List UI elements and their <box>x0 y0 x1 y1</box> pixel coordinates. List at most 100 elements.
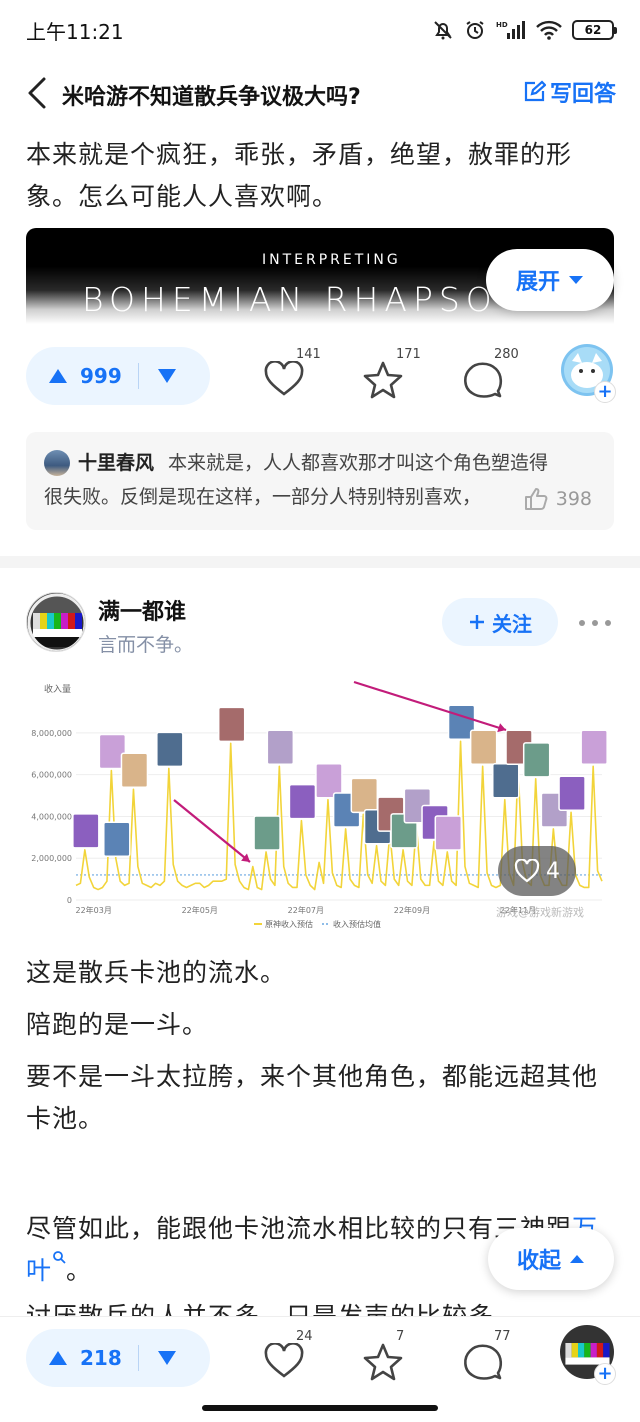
caret-down-icon <box>569 276 583 284</box>
plus-icon: + <box>594 381 616 403</box>
expand-button[interactable]: 展开 <box>486 249 614 311</box>
revenue-chart-image[interactable]: 收入量 8,000,000 6,000,000 4,000,000 2,000,000 0… <box>26 676 614 936</box>
star-icon <box>363 361 403 399</box>
downvote-button[interactable] <box>139 347 195 405</box>
collapse-button[interactable]: 收起 <box>488 1228 614 1290</box>
write-answer-button[interactable]: 写回答 <box>522 76 616 108</box>
character-card-thumbnail <box>120 752 149 789</box>
character-card-thumbnail <box>492 762 520 799</box>
character-card-thumbnail <box>103 821 131 857</box>
downvote-button[interactable] <box>139 1329 195 1387</box>
character-card-thumbnail <box>580 729 608 766</box>
paragraph-4-text: 尽管如此，能跟他卡池流水相比较的只有三神跟 <box>26 1214 573 1243</box>
author-avatar-follow[interactable]: + <box>560 343 616 403</box>
answer-1-text: 本来就是个疯狂，乖张，矛盾，绝望，赦罪的形象。怎么可能人人喜欢啊。 <box>26 140 573 211</box>
comment-bubble-icon <box>464 362 503 398</box>
chart-xtick-label: 22年09月 <box>394 905 430 915</box>
question-header: 米哈游不知道散兵争议极大吗? 写回答 <box>0 62 640 124</box>
vote-pill: 218 <box>26 1329 210 1387</box>
like-count: 141 <box>296 347 321 362</box>
favorite-button[interactable]: 7 <box>362 1329 422 1385</box>
character-card-thumbnail <box>350 777 379 814</box>
chart-xtick-label: 22年03月 <box>76 905 112 915</box>
image-like-button[interactable]: 4 <box>498 846 576 896</box>
paragraph-4-end: 。 <box>66 1256 93 1285</box>
chart-xtick-label: 22年07月 <box>288 905 324 915</box>
favorite-button[interactable]: 171 <box>362 347 422 403</box>
commenter-avatar <box>44 450 70 476</box>
chart-ylabel: 收入量 <box>44 683 71 695</box>
heart-icon <box>514 859 540 883</box>
answer-2-paragraph-3: 要不是一斗太拉胯，来个其他角色，都能远超其他卡池。 <box>26 1062 599 1133</box>
edit-icon <box>524 80 546 102</box>
heart-icon <box>264 361 304 396</box>
comment-count: 280 <box>494 347 519 362</box>
alarm-icon <box>466 21 484 39</box>
chart-ytick-label: 4,000,000 <box>31 812 72 821</box>
question-title[interactable]: 米哈游不知道散兵争议极大吗? <box>62 79 361 111</box>
comment-button[interactable]: 77 <box>462 1329 522 1385</box>
upvote-button[interactable]: 999 <box>26 347 122 405</box>
thumbs-up-icon <box>524 488 548 510</box>
chart-ytick-label: 8,000,000 <box>31 729 72 738</box>
annotation-arrow <box>353 680 507 732</box>
banner-small-text: INTERPRETING <box>262 252 401 268</box>
plus-icon: + <box>594 1363 616 1385</box>
test-pattern-avatar-icon <box>27 593 85 651</box>
comment-text-line2: 很失败。反倒是现在这样，一部分人特别特别喜欢， <box>44 486 482 508</box>
answer-1-action-bar: 999 141 171 280 + <box>0 344 640 407</box>
comment-line: 十里春风 本来就是，人人都喜欢那才叫这个角色塑造得 <box>44 446 596 480</box>
character-card-thumbnail <box>434 815 463 851</box>
downvote-triangle-icon <box>157 369 176 383</box>
favorite-count: 171 <box>396 347 421 362</box>
answer-2-author-name[interactable]: 满一都谁 <box>98 594 186 626</box>
chart-ytick-label: 0 <box>67 896 72 905</box>
follow-button[interactable]: 关注 <box>442 598 558 646</box>
like-button[interactable]: 24 <box>264 1329 324 1385</box>
network-label: HD <box>496 21 508 29</box>
upvote-button[interactable]: 218 <box>26 1329 122 1387</box>
hot-comment-preview[interactable]: 十里春风 本来就是，人人都喜欢那才叫这个角色塑造得 很失败。反倒是现在这样，一部… <box>26 432 614 530</box>
upvote-count: 999 <box>80 364 122 388</box>
home-indicator <box>202 1405 438 1411</box>
follow-label: 关注 <box>492 611 532 636</box>
character-card-thumbnail <box>266 729 295 766</box>
search-icon <box>53 1251 66 1264</box>
character-card-thumbnail <box>217 706 246 743</box>
plus-icon <box>470 615 484 629</box>
comment-bubble-icon <box>464 1344 503 1380</box>
upvote-count: 218 <box>80 1346 122 1370</box>
upvote-triangle-icon <box>49 1351 67 1365</box>
character-card-thumbnail <box>72 813 100 849</box>
character-card-thumbnail <box>156 731 184 768</box>
downvote-triangle-icon <box>157 1351 176 1365</box>
image-like-count: 4 <box>546 858 560 884</box>
expand-label: 展开 <box>515 270 560 295</box>
character-card-thumbnail <box>522 742 551 778</box>
author-avatar-follow[interactable]: + <box>560 1325 616 1385</box>
signal-icon: HD <box>496 21 525 39</box>
status-icons: HD 62 <box>432 19 617 41</box>
answer-2-paragraph-5-partial: 讨厌散兵的人并不多，只是发声的比较多。 <box>26 1296 616 1316</box>
chart-xtick-label: 22年05月 <box>182 905 218 915</box>
status-bar: 上午11:21 HD 62 <box>0 0 640 60</box>
like-button[interactable]: 141 <box>264 347 324 403</box>
annotation-arrow <box>173 799 251 863</box>
character-card-thumbnail <box>253 815 281 851</box>
collapse-label: 收起 <box>516 1249 561 1274</box>
comment-like-button[interactable]: 398 <box>524 482 592 516</box>
legend-entry: 收入预估均值 <box>333 919 381 929</box>
like-count: 24 <box>296 1329 313 1344</box>
answer-2-action-bar: 218 24 7 77 + <box>0 1325 640 1389</box>
answer-2-author-avatar[interactable] <box>26 592 86 652</box>
comment-text-line1: 本来就是，人人都喜欢那才叫这个角色塑造得 <box>168 452 549 474</box>
chart-ytick-label: 2,000,000 <box>31 854 72 863</box>
banner-big-text: BOHEMIAN RHAPSO <box>82 280 498 319</box>
back-arrow-icon[interactable] <box>24 76 52 110</box>
comment-button[interactable]: 280 <box>462 347 522 403</box>
character-card-thumbnail <box>288 783 317 820</box>
more-options-icon[interactable] <box>578 618 612 628</box>
answer-2-paragraph-1: 这是散兵卡池的流水。 <box>26 958 287 987</box>
mute-bell-icon <box>434 21 452 40</box>
answer-2-paragraph-2: 陪跑的是一斗。 <box>26 1010 209 1039</box>
